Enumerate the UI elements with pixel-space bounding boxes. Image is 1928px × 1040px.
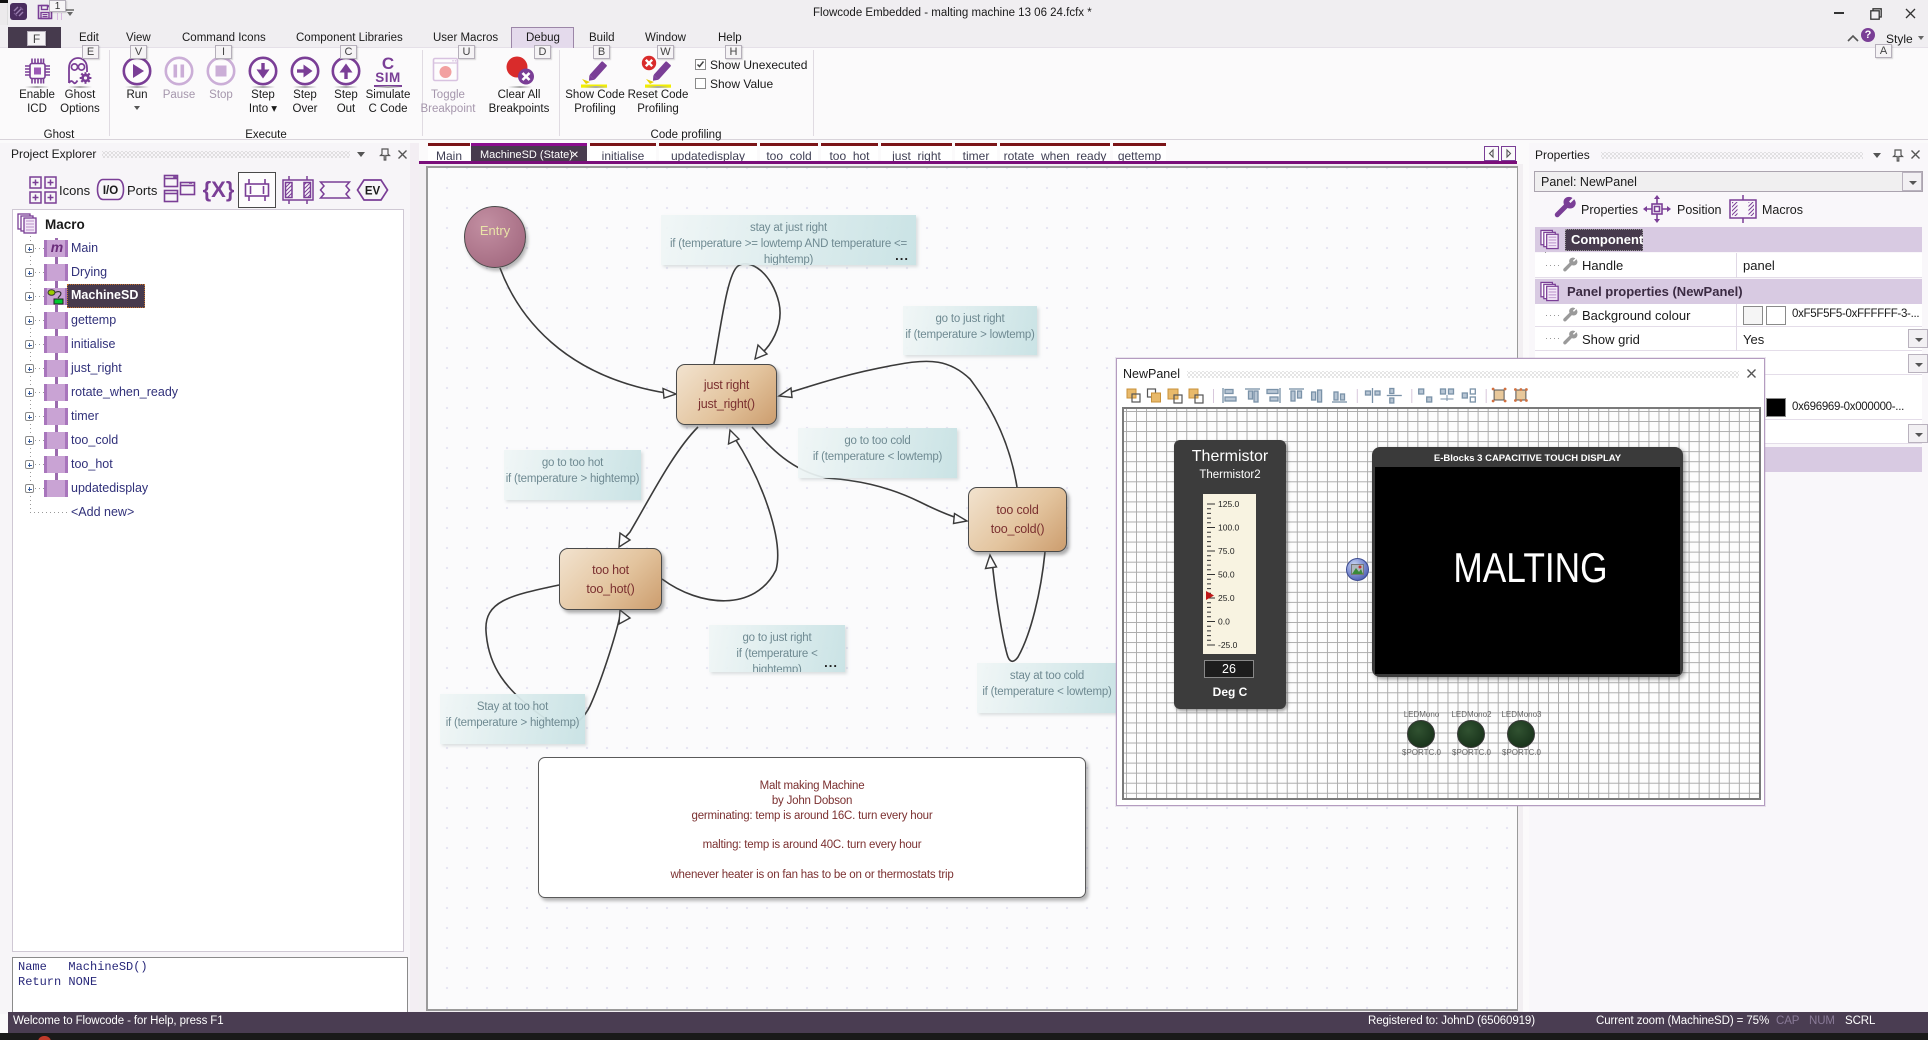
svg-text:50.0: 50.0: [1218, 570, 1235, 580]
svg-text:125.0: 125.0: [1218, 499, 1240, 509]
svg-text:I/O: I/O: [103, 185, 118, 197]
svg-text:{X}: {X}: [203, 177, 234, 202]
svg-text:25.0: 25.0: [1218, 593, 1235, 603]
svg-text:0.0: 0.0: [1218, 617, 1230, 627]
svg-text:EV: EV: [365, 186, 381, 198]
svg-text:75.0: 75.0: [1218, 546, 1235, 556]
svg-text:-25.0: -25.0: [1218, 640, 1238, 650]
svg-text:100.0: 100.0: [1218, 523, 1240, 533]
svg-text:m: m: [51, 240, 63, 255]
